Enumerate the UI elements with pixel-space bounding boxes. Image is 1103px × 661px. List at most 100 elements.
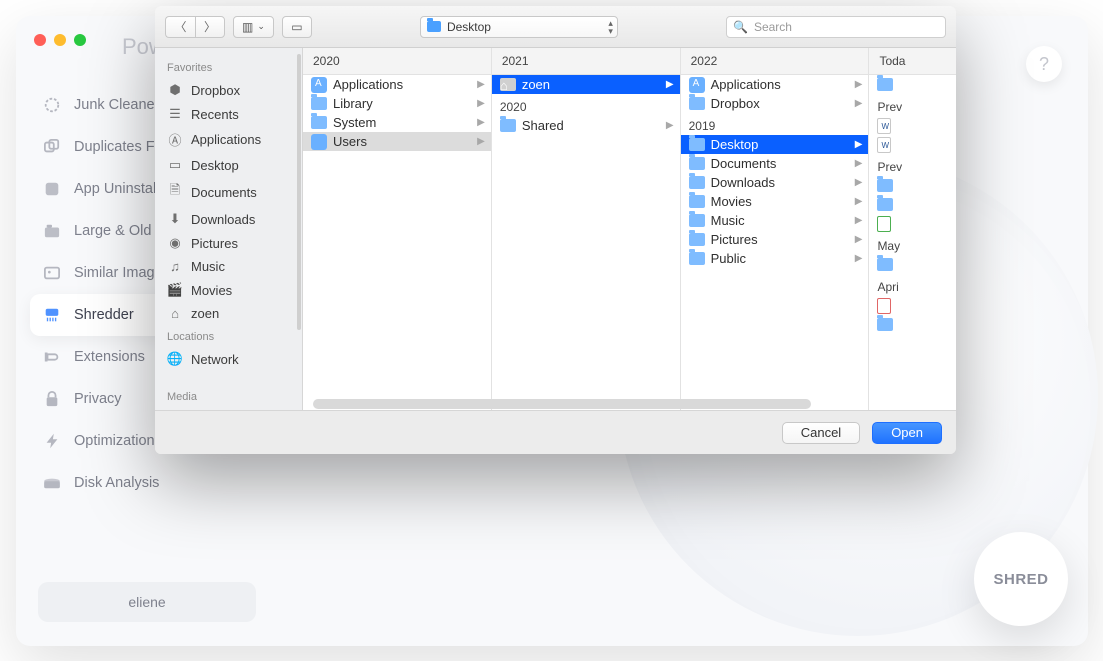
open-dialog: 〈 〉 ▥ ⌄ ▭ Desktop ▴▾ 🔍 Search Favorites …: [155, 6, 956, 454]
documents-icon: 🗎: [167, 181, 183, 203]
group-icon: ▭: [291, 20, 302, 34]
sidebar-item-label: Privacy: [74, 391, 122, 407]
fav-documents[interactable]: 🗎Documents: [155, 177, 302, 207]
chevron-down-icon: ⌄: [257, 21, 265, 32]
path-selector[interactable]: Desktop ▴▾: [420, 16, 618, 38]
row-label: System: [333, 115, 376, 130]
folder-icon: [689, 138, 705, 151]
fav-zoen[interactable]: ⌂zoen: [155, 302, 302, 325]
browser-row[interactable]: Music▶: [681, 211, 869, 230]
browser-row[interactable]: [869, 315, 956, 334]
browser-row[interactable]: Prev: [869, 94, 956, 116]
help-button[interactable]: ?: [1026, 46, 1062, 82]
browser-row[interactable]: [869, 296, 956, 315]
browser-row[interactable]: [869, 176, 956, 195]
fav-downloads[interactable]: ⬇Downloads: [155, 207, 302, 231]
chevron-right-icon: ▶: [855, 196, 863, 207]
browser-row[interactable]: Shared ▶: [492, 116, 680, 135]
folder-icon: [500, 119, 516, 132]
fav-pictures[interactable]: ◉Pictures: [155, 231, 302, 255]
view-mode-button[interactable]: ▥ ⌄: [233, 16, 274, 38]
group-button[interactable]: ▭: [282, 16, 312, 38]
fav-label: Movies: [191, 283, 232, 298]
row-label: Movies: [711, 194, 752, 209]
browser-row[interactable]: Public▶: [681, 249, 869, 268]
browser-row[interactable]: [869, 116, 956, 135]
fav-label: Applications: [191, 132, 261, 147]
fav-music[interactable]: ♫Music: [155, 255, 302, 278]
shred-button[interactable]: SHRED: [974, 532, 1068, 626]
back-button[interactable]: 〈: [165, 16, 195, 38]
media-header: Media: [155, 385, 302, 407]
recents-icon: ☰: [167, 106, 183, 122]
column-2: 2022 Applications▶Dropbox▶2019Desktop▶Do…: [681, 48, 870, 410]
browser-row[interactable]: [869, 135, 956, 154]
folder-icon: [689, 252, 705, 265]
chevron-right-icon: ▶: [666, 120, 674, 131]
zoom-dot[interactable]: [74, 34, 86, 46]
browser-row[interactable]: Prev: [869, 154, 956, 176]
browser-row[interactable]: [869, 75, 956, 94]
disk-analysis-icon: [42, 474, 62, 492]
loc-network[interactable]: 🌐Network: [155, 347, 302, 371]
browser-row[interactable]: [869, 255, 956, 274]
fav-dropbox[interactable]: ⬢Dropbox: [155, 78, 302, 102]
search-field[interactable]: 🔍 Search: [726, 16, 946, 38]
browser-row[interactable]: Users▶: [303, 132, 491, 151]
cancel-button[interactable]: Cancel: [782, 422, 860, 444]
browser-row[interactable]: Applications▶: [303, 75, 491, 94]
browser-row[interactable]: Apri: [869, 274, 956, 296]
user-badge[interactable]: eliene: [38, 582, 256, 622]
fav-label: zoen: [191, 306, 219, 321]
browser-row[interactable]: Documents▶: [681, 154, 869, 173]
browser-row[interactable]: Dropbox▶: [681, 94, 869, 113]
chevron-right-icon: ▶: [477, 136, 485, 147]
minimize-dot[interactable]: [54, 34, 66, 46]
fav-movies[interactable]: 🎬Movies: [155, 278, 302, 302]
browser-row[interactable]: Library▶: [303, 94, 491, 113]
browser-row[interactable]: May: [869, 233, 956, 255]
column-0: 2020 Applications▶Library▶System▶Users▶: [303, 48, 492, 410]
column-header: 2021: [492, 48, 680, 75]
chevron-right-icon: ▶: [477, 117, 485, 128]
horizontal-scrollbar[interactable]: [313, 399, 811, 409]
forward-button[interactable]: 〉: [195, 16, 225, 38]
close-dot[interactable]: [34, 34, 46, 46]
fav-applications[interactable]: ⒶApplications: [155, 126, 302, 153]
row-label: Applications: [333, 77, 403, 92]
folder-icon: [689, 195, 705, 208]
app-icon: [689, 77, 705, 93]
column-header: Toda: [869, 48, 956, 75]
chevron-right-icon: ▶: [855, 234, 863, 245]
browser-row[interactable]: Downloads▶: [681, 173, 869, 192]
app-icon: [311, 77, 327, 93]
fav-desktop[interactable]: ▭Desktop: [155, 153, 302, 177]
browser-row[interactable]: Desktop▶: [681, 135, 869, 154]
browser-row[interactable]: ⌂zoen▶: [492, 75, 680, 94]
browser-row[interactable]: [869, 195, 956, 214]
fav-label: Desktop: [191, 158, 239, 173]
locations-header: Locations: [155, 325, 302, 347]
browser-row[interactable]: Pictures▶: [681, 230, 869, 249]
row-label: zoen: [522, 77, 550, 92]
browser-row[interactable]: Movies ▶: [681, 192, 869, 211]
browser-row[interactable]: 2020: [492, 94, 680, 116]
row-label: Applications: [711, 77, 781, 92]
browser-row[interactable]: [869, 214, 956, 233]
row-label: Prev: [877, 100, 902, 114]
row-label: Shared: [522, 118, 564, 133]
chevron-right-icon: ▶: [477, 98, 485, 109]
browser-row[interactable]: 2019: [681, 113, 869, 135]
dialog-sidebar: Favorites ⬢Dropbox ☰Recents ⒶApplication…: [155, 48, 303, 410]
network-icon: 🌐: [167, 351, 183, 367]
sidebar-item-disk-analysis[interactable]: Disk Analysis: [30, 462, 216, 504]
open-button[interactable]: Open: [872, 422, 942, 444]
window-controls: [34, 34, 86, 46]
folder-icon: [689, 214, 705, 227]
fav-recents[interactable]: ☰Recents: [155, 102, 302, 126]
chevron-right-icon: ▶: [855, 79, 863, 90]
browser-row[interactable]: System ▶: [303, 113, 491, 132]
browser-row[interactable]: Applications ▶: [681, 75, 869, 94]
row-label: Downloads: [711, 175, 775, 190]
fav-label: Pictures: [191, 236, 238, 251]
